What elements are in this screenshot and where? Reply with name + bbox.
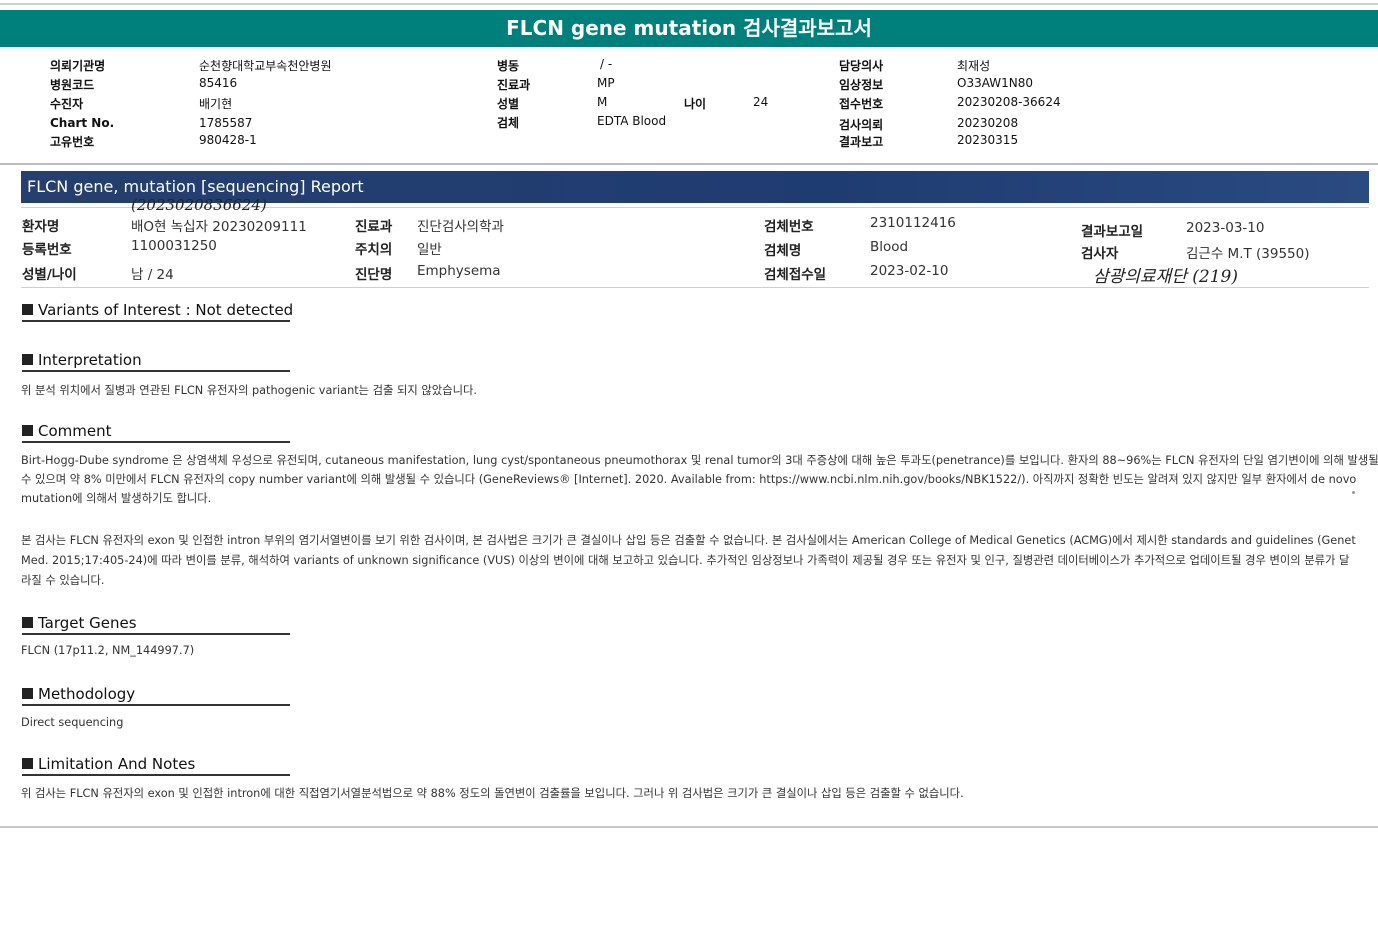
footer-divider	[0, 826, 1378, 828]
field-value: 85416	[199, 76, 238, 90]
examiner-label: 검사자	[1081, 246, 1119, 262]
divider	[21, 287, 1369, 288]
bullet-square-icon	[22, 617, 33, 628]
section-methodology: Methodology	[22, 685, 290, 706]
bullet-square-icon	[22, 758, 33, 769]
field-label: 임상정보	[839, 78, 884, 92]
interpretation-text: 위 분석 위치에서 질병과 연관된 FLCN 유전자의 pathogenic v…	[21, 384, 477, 397]
sexage-value: 남 / 24	[131, 267, 174, 283]
comment-line: 수 있으며 약 8% 미만에서 FLCN 유전자의 copy number va…	[21, 473, 1357, 486]
diag-label: 진단명	[355, 267, 393, 283]
dept-label: 진료과	[355, 219, 393, 235]
section-heading: Interpretation	[38, 351, 142, 369]
limitation-text: 위 검사는 FLCN 유전자의 exon 및 인접한 intron에 대한 직접…	[21, 787, 964, 800]
section-heading: Comment	[38, 422, 112, 440]
comment-line: mutation에 의해서 발생하기도 합니다.	[21, 492, 212, 505]
field-label: Chart No.	[50, 116, 115, 130]
specname-value: Blood	[870, 239, 909, 255]
field-value: / -	[600, 57, 613, 71]
specname-label: 검체명	[764, 243, 802, 259]
section-interpretation: Interpretation	[22, 351, 290, 372]
patient-name-label: 환자명	[22, 219, 60, 235]
field-value: O33AW1N80	[957, 76, 1034, 90]
section-heading: Methodology	[38, 685, 136, 703]
field-value: 980428-1	[199, 133, 257, 147]
section-heading: Target Genes	[38, 614, 137, 632]
section-heading: Limitation And Notes	[38, 755, 196, 773]
doctor-value: 일반	[417, 242, 442, 258]
field-label: 결과보고	[839, 135, 884, 149]
field-value: 20230315	[957, 133, 1019, 147]
age-label: 나이	[684, 97, 707, 111]
methodology-text: Direct sequencing	[21, 716, 124, 729]
bullet-square-icon	[22, 425, 33, 436]
section-limitation: Limitation And Notes	[22, 755, 290, 776]
comment-line: 라질 수 있습니다.	[21, 574, 105, 587]
bullet-square-icon	[22, 354, 33, 365]
section-comment: Comment	[22, 422, 290, 443]
comment-line: Birt-Hogg-Dube syndrome 은 상염색체 우성으로 유전되며…	[21, 454, 1378, 467]
specno-label: 검체번호	[764, 219, 814, 235]
field-label: 고유번호	[50, 135, 95, 149]
age-value: 24	[753, 95, 769, 109]
field-label: 접수번호	[839, 97, 884, 111]
field-label: 검사의뢰	[839, 118, 884, 132]
field-value: 순천향대학교부속천안병원	[199, 59, 332, 73]
top-border	[0, 3, 1378, 5]
field-label: 성별	[497, 97, 520, 111]
reg-label: 등록번호	[22, 242, 72, 258]
reg-value: 1100031250	[131, 238, 217, 254]
field-value: M	[597, 95, 608, 109]
field-value: MP	[597, 76, 615, 90]
comment-line: Med. 2015;17:405-24)에 따라 변이를 분류, 해석하여 va…	[21, 554, 1350, 567]
recv-label: 검체접수일	[764, 267, 827, 283]
handwritten-org: 삼광의료재단 (219)	[1093, 267, 1238, 287]
field-value: 20230208	[957, 116, 1019, 130]
section-heading: Variants of Interest : Not detected	[38, 301, 294, 319]
patient-name: 배O현 녹십자 20230209111	[131, 219, 307, 235]
field-value: 1785587	[199, 116, 253, 130]
reportdate-label: 결과보고일	[1081, 224, 1144, 240]
examiner-value: 김근수 M.T (39550)	[1186, 246, 1310, 262]
document-title: FLCN gene mutation 검사결과보고서	[0, 10, 1378, 47]
diag-value: Emphysema	[417, 263, 501, 279]
bullet-square-icon	[22, 688, 33, 699]
dept-value: 진단검사의학과	[417, 219, 504, 235]
field-value: 배기현	[199, 97, 233, 111]
sexage-label: 성별/나이	[22, 267, 77, 283]
handwritten-id: (2023020836624)	[131, 196, 267, 214]
section-variants-of-interest: Variants of Interest : Not detected	[22, 301, 294, 322]
field-label: 수진자	[50, 97, 84, 111]
comment-line: 본 검사는 FLCN 유전자의 exon 및 인접한 intron 부위의 염기…	[21, 534, 1356, 547]
reportdate-value: 2023-03-10	[1186, 220, 1265, 236]
field-label: 의뢰기관명	[50, 59, 106, 73]
header-divider	[0, 163, 1378, 165]
field-label: 병동	[497, 59, 520, 73]
section-target-genes: Target Genes	[22, 614, 290, 635]
field-value: EDTA Blood	[597, 114, 667, 128]
field-label: 진료과	[497, 78, 531, 92]
target-genes-text: FLCN (17p11.2, NM_144997.7)	[21, 644, 195, 657]
specno-value: 2310112416	[870, 215, 956, 231]
field-label: 담당의사	[839, 59, 884, 73]
bullet-square-icon	[22, 304, 33, 315]
field-value: 최재성	[957, 59, 991, 73]
field-value: 20230208-36624	[957, 95, 1061, 109]
field-label: 병원코드	[50, 78, 95, 92]
doctor-label: 주치의	[355, 242, 393, 258]
recv-value: 2023-02-10	[870, 263, 949, 279]
field-label: 검체	[497, 116, 520, 130]
stray-mark	[1352, 491, 1355, 494]
